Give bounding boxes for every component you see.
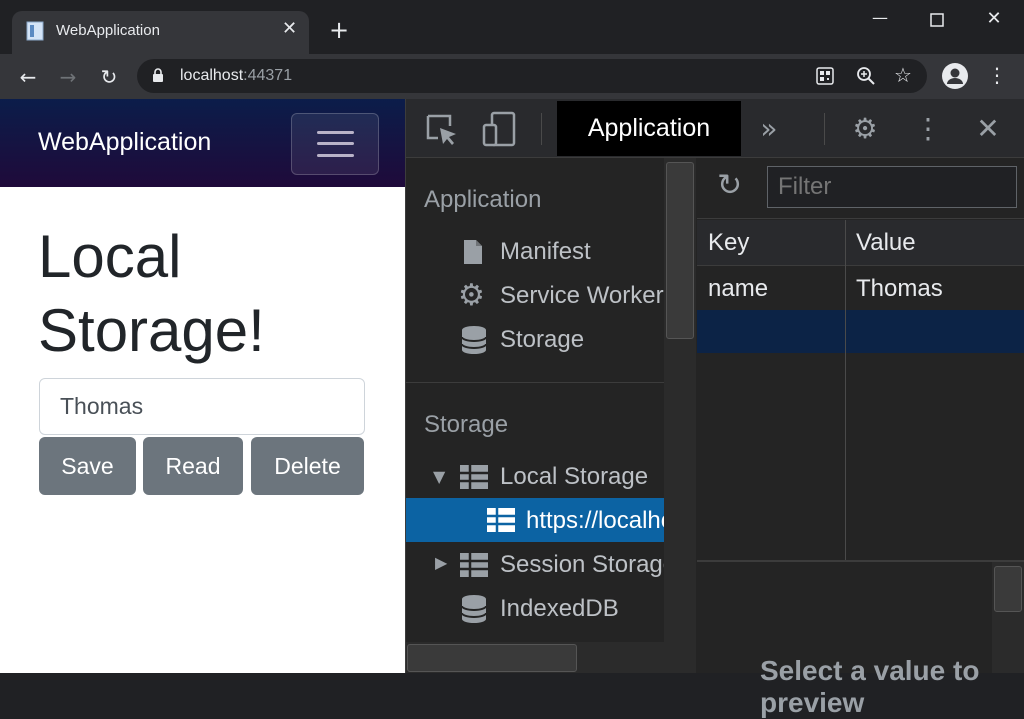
url-text[interactable]: localhost:44371	[180, 67, 292, 85]
maximize-icon[interactable]	[930, 13, 944, 27]
column-divider	[845, 220, 846, 560]
delete-button[interactable]: Delete	[251, 437, 364, 495]
settings-gear-icon[interactable]: ⚙	[848, 112, 882, 146]
devtools-close-icon[interactable]: ✕	[971, 112, 1005, 146]
column-header-key[interactable]: Key	[708, 229, 749, 257]
sidebar-item-session-storage[interactable]: Session Storage	[500, 551, 664, 579]
filter-input[interactable]	[767, 166, 1017, 208]
profile-avatar-icon[interactable]	[941, 62, 969, 90]
devtools-menu-icon[interactable]: ⋮	[911, 112, 945, 146]
hamburger-icon-bar	[317, 142, 354, 145]
preview-placeholder-text: Select a value to preview	[760, 655, 980, 718]
new-tab-icon[interactable]: +	[329, 18, 349, 42]
reload-icon[interactable]: ↻	[94, 62, 124, 92]
indexeddb-database-icon	[461, 595, 487, 623]
database-icon	[461, 326, 487, 354]
sidebar-section-application: Application	[424, 186, 542, 213]
browser-menu-icon[interactable]: ⋮	[987, 63, 1007, 87]
sidebar-item-local-storage[interactable]: Local Storage	[500, 463, 664, 491]
window-close-icon[interactable]: ✕	[979, 8, 1009, 29]
sidebar-divider	[406, 382, 664, 383]
sidebar-scrollbar-thumb[interactable]	[666, 162, 694, 339]
sidebar-item-storage[interactable]: Storage	[500, 326, 664, 354]
expand-triangle-right-icon[interactable]: ▶	[435, 553, 447, 572]
table-row-empty-selected[interactable]	[697, 310, 1024, 353]
service-workers-gear-icon: ⚙	[458, 278, 485, 313]
table-cell-key[interactable]: name	[708, 275, 768, 303]
sidebar-section-storage: Storage	[424, 411, 509, 438]
page-favicon-icon	[26, 21, 44, 41]
forward-arrow-icon[interactable]: →	[53, 62, 83, 92]
zoom-icon[interactable]	[856, 66, 876, 86]
refresh-icon[interactable]: ↻	[717, 168, 742, 203]
read-button[interactable]: Read	[143, 437, 243, 495]
page-heading-line: Storage!	[38, 297, 265, 364]
sidebar-item-local-storage-origin[interactable]: https://localhost:44371	[526, 507, 664, 535]
table-grid-icon	[487, 508, 515, 532]
minimize-icon[interactable]: —	[865, 8, 895, 27]
lock-icon[interactable]	[152, 68, 164, 83]
hamburger-icon	[317, 131, 354, 134]
tab-title: WebApplication	[56, 22, 160, 39]
sidebar-horizontal-scrollbar-thumb[interactable]	[407, 644, 577, 672]
expand-triangle-down-icon[interactable]: ▼	[433, 467, 445, 486]
back-arrow-icon[interactable]: ←	[13, 62, 43, 92]
table-grid-icon	[460, 465, 488, 489]
qr-code-icon[interactable]	[816, 67, 834, 85]
column-header-value[interactable]: Value	[856, 229, 916, 257]
table-cell-value[interactable]: Thomas	[856, 275, 943, 303]
tab-application[interactable]: Application	[557, 101, 741, 156]
site-brand[interactable]: WebApplication	[38, 128, 211, 157]
page-heading: Local Storage!	[38, 220, 265, 368]
save-button[interactable]: Save	[39, 437, 136, 495]
sidebar-item-indexeddb[interactable]: IndexedDB	[500, 595, 664, 623]
sidebar-item-manifest[interactable]: Manifest	[500, 238, 664, 266]
inspect-element-icon[interactable]	[425, 113, 459, 147]
name-input[interactable]	[39, 378, 365, 435]
toolbar-divider	[541, 113, 542, 145]
hamburger-icon-bar	[317, 154, 354, 157]
bookmark-star-icon[interactable]: ☆	[894, 63, 912, 87]
toolbar-divider	[824, 113, 825, 145]
preview-scrollbar-thumb[interactable]	[994, 566, 1022, 612]
device-toolbar-icon[interactable]	[482, 111, 518, 147]
table-grid-icon	[460, 553, 488, 577]
sidebar-item-service-workers[interactable]: Service Workers	[500, 282, 664, 310]
page-heading-line: Local	[38, 223, 182, 290]
more-tabs-chevron-icon[interactable]: »	[752, 112, 786, 146]
manifest-icon	[464, 240, 482, 264]
tab-close-icon[interactable]: ✕	[282, 18, 297, 39]
